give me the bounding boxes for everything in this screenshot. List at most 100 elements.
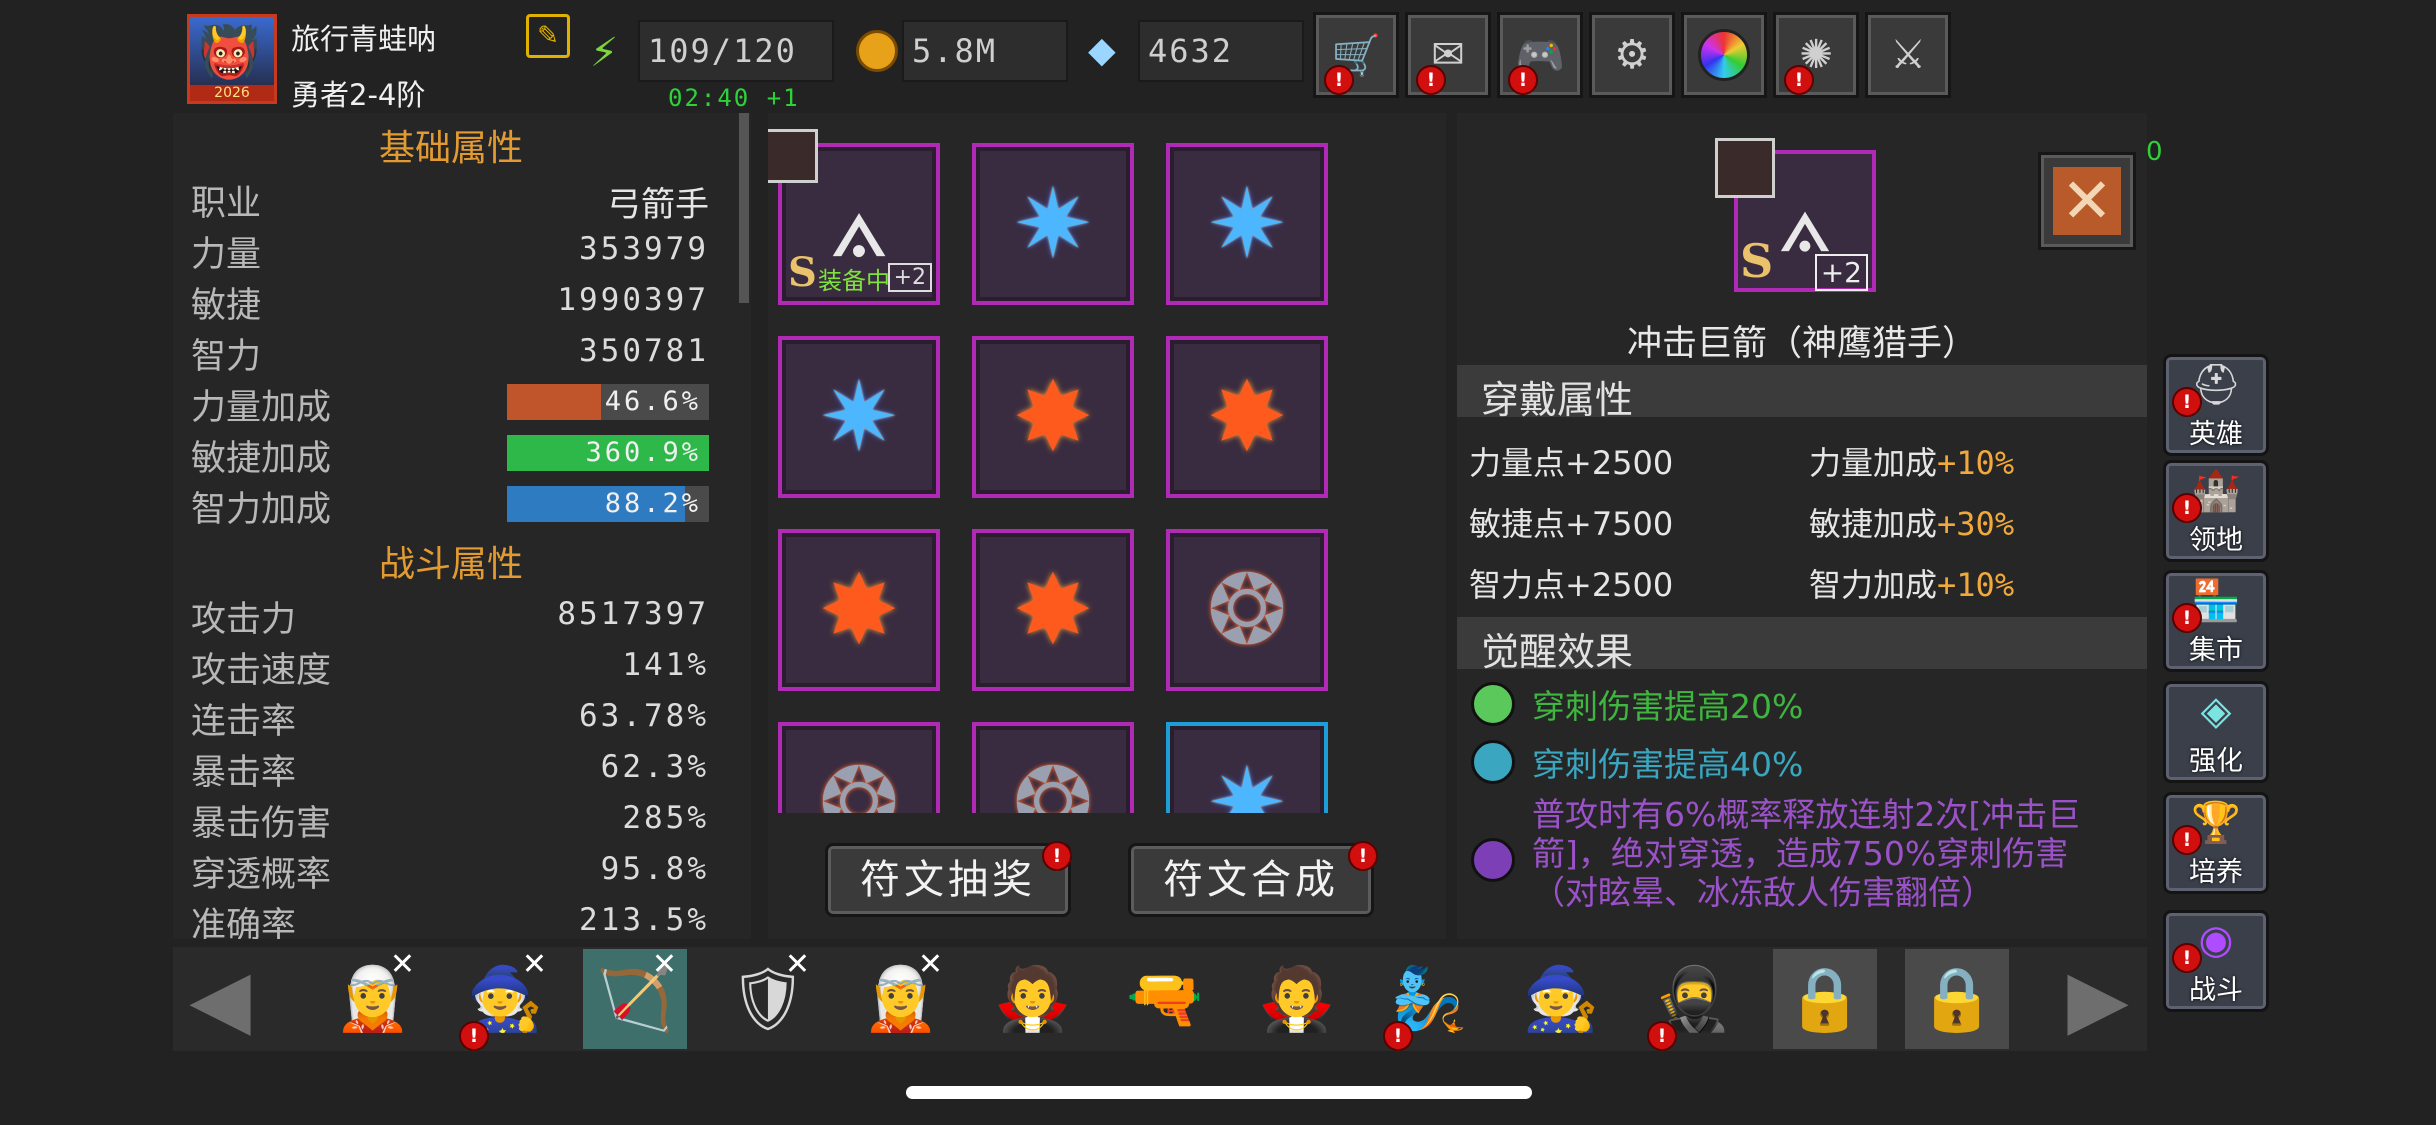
hero-slot[interactable]: 🧙: [1509, 949, 1613, 1049]
settings-button[interactable]: ⚙: [1589, 12, 1675, 98]
combat-value: 63.78%: [579, 698, 709, 734]
prev-arrow-icon[interactable]: ◀: [175, 951, 265, 1047]
rune-inventory-panel: ⟑ S 装备中 +2 ✷ ✷ ✷ ✸ ✸ ✸ ✸ ❂ ❂ ❂ ✷ 符文抽奖 ! …: [768, 113, 1446, 939]
diamond-box: 4632: [1138, 20, 1304, 82]
nav-territory-button[interactable]: 🏰 领地 !: [2163, 460, 2269, 562]
remove-icon[interactable]: ✕: [652, 947, 677, 982]
battle-toggle-button[interactable]: ⚔: [1865, 12, 1951, 98]
fire-rune-icon: ✸: [1012, 554, 1094, 666]
attribute-panel: 基础属性 职业 弓箭手 力量 353979 敏捷 1990397 智力 3507…: [173, 113, 751, 939]
hero-slot[interactable]: 🔫: [1113, 949, 1217, 1049]
player-avatar[interactable]: 👹 2026: [187, 14, 277, 104]
energy-icon: ⚡: [590, 30, 619, 76]
alert-badge: !: [1416, 65, 1446, 95]
fireworks-button[interactable]: ✺!: [1773, 12, 1859, 98]
alert-badge: !: [1508, 65, 1538, 95]
alert-badge: !: [1784, 65, 1814, 95]
alert-badge: !: [1348, 841, 1378, 871]
hero-slot-locked[interactable]: 🔒: [1773, 949, 1877, 1049]
rune-slot[interactable]: ✸: [972, 529, 1134, 691]
star-rune-icon: ✷: [1012, 168, 1094, 280]
bonus-value: 360.9%: [585, 437, 701, 468]
rune-slot[interactable]: ✷: [778, 336, 940, 498]
hero-strip: ◀ 🧝 ✕ 🧙 ✕! 🏹 ✕ 🛡 ✕ 🧝 ✕ 🧛 🔫 🧛 🧞! 🧙 🥷! 🔒 🔒 ▶: [173, 947, 2147, 1051]
alert-badge: !: [2172, 943, 2202, 973]
rune-compose-button[interactable]: 符文合成: [1128, 843, 1374, 917]
next-arrow-icon[interactable]: ▶: [2053, 951, 2143, 1047]
close-button[interactable]: ✕: [2038, 152, 2136, 250]
hero-slot[interactable]: 🥷!: [1641, 949, 1745, 1051]
nav-heroes-button[interactable]: ⛑ 英雄 !: [2163, 354, 2269, 456]
remove-icon[interactable]: ✕: [390, 947, 415, 982]
hero-slot-locked[interactable]: 🔒: [1905, 949, 2009, 1049]
rune-slot[interactable]: ✷: [972, 143, 1134, 305]
gamepad-button[interactable]: 🎮!: [1497, 12, 1583, 98]
rune-slot[interactable]: ❂: [972, 722, 1134, 813]
awaken-effect: 穿刺伤害提高20%: [1532, 687, 1804, 726]
bonus-fill: [507, 384, 602, 420]
alert-badge: !: [1324, 65, 1354, 95]
attribute-scrollbar[interactable]: [739, 113, 749, 303]
alert-badge: !: [2172, 603, 2202, 633]
nav-battle-button[interactable]: ◉ 战斗 !: [2163, 910, 2269, 1012]
nav-label: 强化: [2189, 746, 2243, 777]
wheel-button[interactable]: [1681, 12, 1767, 98]
rune-slot[interactable]: ✸: [1166, 336, 1328, 498]
hero-slot-selected[interactable]: 🏹 ✕: [583, 947, 687, 1049]
fire-rune-icon: ✸: [1206, 361, 1288, 473]
hero-slot[interactable]: 🧙 ✕!: [453, 947, 557, 1051]
hero-slot[interactable]: 🧝 ✕: [849, 947, 953, 1049]
vampire-icon: 🧛: [1258, 962, 1336, 1035]
combat-value: 62.3%: [600, 749, 709, 785]
strength-bonus-bar: 46.6%: [507, 384, 709, 420]
wear-bonus-value: +10%: [1937, 566, 2015, 604]
combat-label: 连击率: [191, 702, 297, 742]
combat-label: 暴击率: [191, 753, 297, 793]
locked-icon: 🔒: [1786, 962, 1864, 1035]
remove-icon[interactable]: ✕: [522, 947, 547, 982]
nav-market-button[interactable]: 🏪 集市 !: [2163, 570, 2269, 672]
rune-detail-panel: ⟑ S +2 ✕ 0 冲击巨箭（神鹰猎手） 穿戴属性 力量点+2500 力量加成…: [1457, 113, 2163, 939]
awaken-header: 觉醒效果: [1457, 617, 2147, 674]
alert-badge: !: [1647, 1021, 1677, 1051]
awaken-effect: 穿刺伤害提高40%: [1532, 745, 1804, 784]
combat-value: 8517397: [557, 596, 709, 632]
shop-button[interactable]: 🛒!: [1313, 12, 1399, 98]
energy-value: 109/120: [648, 32, 797, 70]
alert-badge: !: [1042, 841, 1072, 871]
edit-name-icon[interactable]: ✎: [526, 14, 570, 58]
bonus-value: 88.2%: [604, 488, 701, 519]
remove-icon[interactable]: ✕: [918, 947, 943, 982]
awaken-effect: 普攻时有6%概率释放连射2次[冲击巨箭]，绝对穿透，造成750%穿刺伤害（对眩晕…: [1532, 795, 2081, 912]
claw-rune-icon: ❂: [1206, 554, 1288, 666]
equipped-label: 装备中: [818, 267, 890, 295]
hero-slot[interactable]: 🧞!: [1377, 949, 1481, 1051]
home-indicator[interactable]: [906, 1086, 1532, 1099]
gold-box: 5.8M: [902, 20, 1068, 82]
sorceress-icon: 🧛: [994, 962, 1072, 1035]
rune-slot[interactable]: ✷: [1166, 722, 1328, 813]
rune-slot[interactable]: ✸: [972, 336, 1134, 498]
hero-slot[interactable]: 🧛: [981, 949, 1085, 1049]
gold-value: 5.8M: [912, 32, 998, 70]
corner-counter: 0: [2146, 137, 2163, 167]
rune-slot[interactable]: ❂: [778, 722, 940, 813]
combat-label: 攻击力: [191, 600, 297, 640]
attr-label: 职业: [191, 184, 262, 224]
combat-value: 213.5%: [579, 902, 709, 938]
rune-lottery-button[interactable]: 符文抽奖: [825, 843, 1071, 917]
hero-slot[interactable]: 🧛: [1245, 949, 1349, 1049]
nav-label: 集市: [2189, 635, 2243, 666]
hero-slot[interactable]: 🛡 ✕: [716, 947, 820, 1049]
rune-slot[interactable]: ❂: [1166, 529, 1328, 691]
nav-enhance-button[interactable]: ◈ 强化: [2163, 681, 2269, 783]
rune-slot[interactable]: ✸: [778, 529, 940, 691]
rune-slot[interactable]: ✷: [1166, 143, 1328, 305]
nav-cultivate-button[interactable]: 🏆 培养 !: [2163, 792, 2269, 894]
bonus-value: 46.6%: [604, 386, 701, 417]
remove-icon[interactable]: ✕: [785, 947, 810, 982]
hero-slot[interactable]: 🧝 ✕: [321, 947, 425, 1049]
player-rank: 勇者2-4阶: [291, 78, 426, 112]
mail-button[interactable]: ✉!: [1405, 12, 1491, 98]
wear-bonus-label: 敏捷加成: [1809, 505, 1938, 543]
